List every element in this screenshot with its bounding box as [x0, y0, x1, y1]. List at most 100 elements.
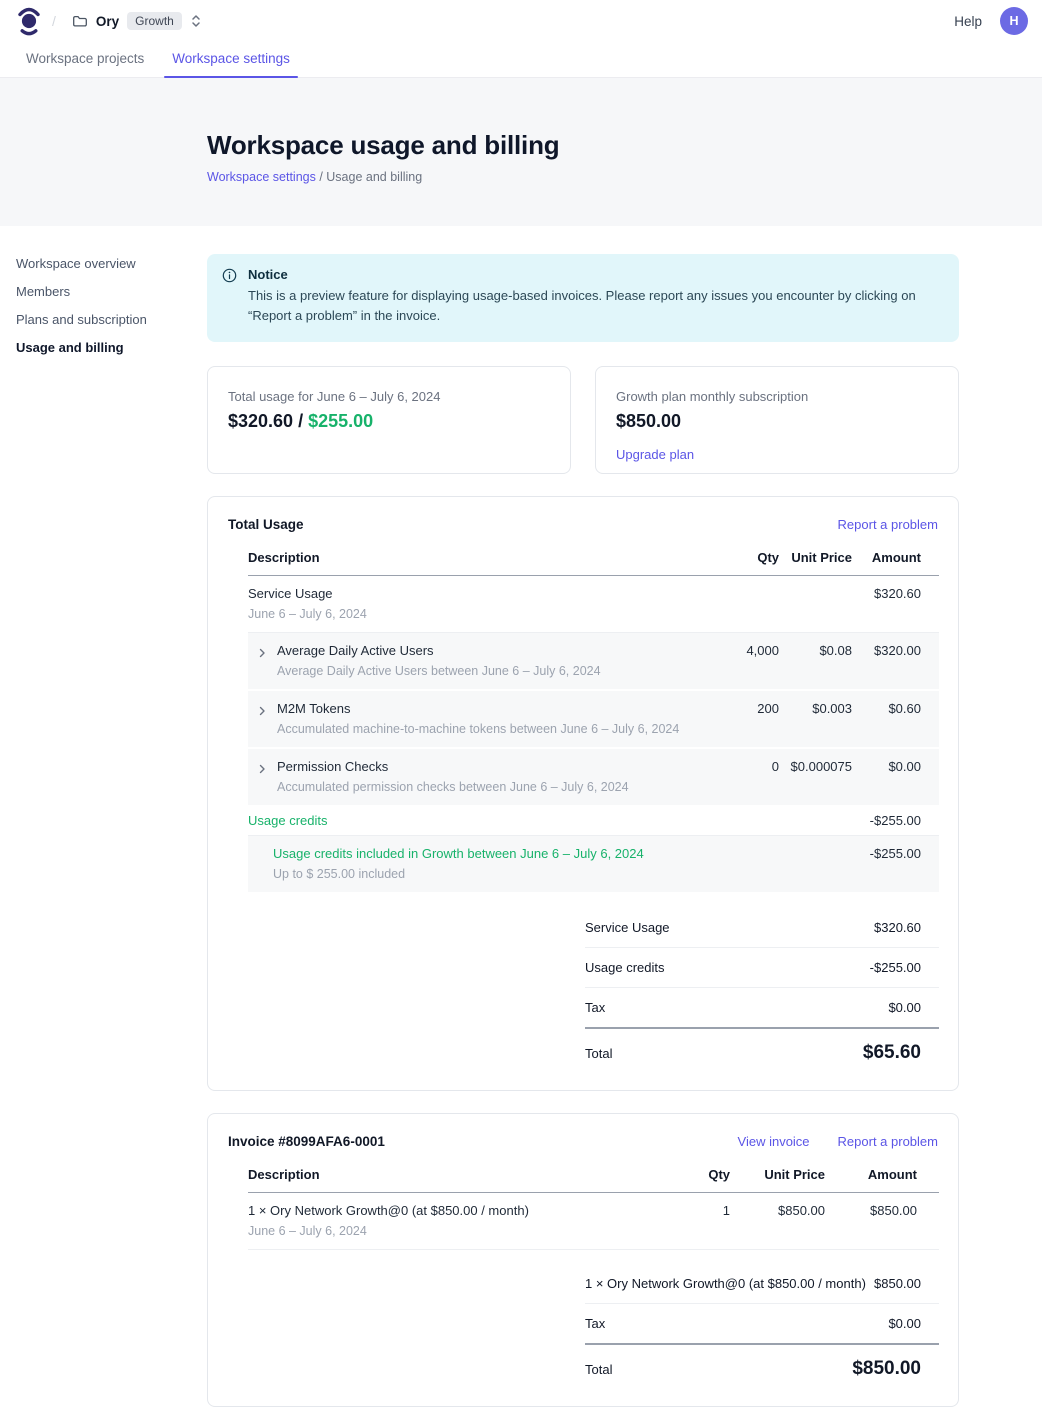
- notice-title: Notice: [248, 267, 935, 282]
- row-subtitle: Accumulated machine-to-machine tokens be…: [277, 721, 679, 737]
- summary-value: $0.00: [888, 1316, 939, 1331]
- notice-body: This is a preview feature for displaying…: [248, 286, 935, 326]
- usage-summary: Service Usage $320.60 Usage credits -$25…: [585, 908, 939, 1068]
- row-description: Permission Checks Accumulated permission…: [248, 758, 689, 795]
- total-usage-panel: Total Usage Report a problem Description…: [207, 496, 959, 1091]
- view-invoice-link[interactable]: View invoice: [738, 1134, 810, 1149]
- row-amount: -$255.00: [852, 845, 939, 862]
- row-amount: $320.00: [852, 642, 939, 659]
- total-usage-label: Total usage for June 6 – July 6, 2024: [228, 389, 550, 404]
- table-row: Usage credits included in Growth between…: [248, 836, 939, 894]
- row-amount: $320.60: [852, 585, 939, 602]
- breadcrumb-current: / Usage and billing: [316, 170, 422, 184]
- summary-value: $850.00: [874, 1276, 939, 1291]
- topbar-separator: /: [52, 13, 56, 29]
- usage-report-problem-link[interactable]: Report a problem: [838, 517, 938, 532]
- workspace-switcher[interactable]: Ory Growth: [66, 8, 208, 34]
- row-qty: 200: [689, 700, 779, 717]
- usage-table-header: Description Qty Unit Price Amount: [248, 550, 939, 576]
- table-row: 1 × Ory Network Growth@0 (at $850.00 / m…: [248, 1193, 939, 1250]
- total-label: Total: [585, 1362, 612, 1377]
- topbar-right: Help H: [954, 7, 1028, 35]
- usage-amount-separator: /: [293, 411, 308, 431]
- chevron-right-icon[interactable]: [256, 763, 268, 795]
- stat-cards: Total usage for June 6 – July 6, 2024 $3…: [207, 366, 959, 474]
- invoice-panel-links: View invoice Report a problem: [738, 1134, 938, 1149]
- total-label: Total: [585, 1046, 612, 1061]
- sidebar-item-workspace-overview[interactable]: Workspace overview: [16, 256, 191, 271]
- total-usage-card: Total usage for June 6 – July 6, 2024 $3…: [207, 366, 571, 474]
- col-description: Description: [248, 1167, 650, 1182]
- col-unit-price: Unit Price: [730, 1167, 825, 1182]
- invoice-table-header: Description Qty Unit Price Amount: [248, 1167, 939, 1193]
- invoice-panel-title: Invoice #8099AFA6-0001: [228, 1134, 385, 1149]
- row-description: Average Daily Active Users Average Daily…: [248, 642, 689, 679]
- row-amount: -$255.00: [852, 812, 939, 829]
- row-subtitle: Up to $ 255.00 included: [273, 866, 644, 882]
- summary-label: Usage credits: [585, 960, 664, 975]
- row-description: Usage credits included in Growth between…: [248, 845, 689, 882]
- usage-credit-value: $255.00: [308, 411, 373, 431]
- row-description: Service Usage June 6 – July 6, 2024: [248, 585, 689, 622]
- subscription-amount: $850.00: [616, 411, 938, 432]
- content: Notice This is a preview feature for dis…: [207, 254, 959, 1407]
- avatar[interactable]: H: [1000, 7, 1028, 35]
- row-amount: $850.00: [825, 1202, 939, 1219]
- sidebar-item-members[interactable]: Members: [16, 284, 191, 299]
- upgrade-plan-link[interactable]: Upgrade plan: [616, 447, 694, 462]
- summary-total-row: Total $850.00: [585, 1343, 939, 1384]
- subscription-card: Growth plan monthly subscription $850.00…: [595, 366, 959, 474]
- breadcrumb-link-workspace-settings[interactable]: Workspace settings: [207, 170, 316, 184]
- notice-text: Notice This is a preview feature for dis…: [248, 267, 935, 326]
- row-title: Usage credits: [248, 812, 327, 829]
- workspace-tabs: Workspace projects Workspace settings: [0, 42, 1042, 78]
- page-header: Workspace usage and billing Workspace se…: [0, 78, 1042, 226]
- row-subtitle: Accumulated permission checks between Ju…: [277, 779, 629, 795]
- invoice-table: Description Qty Unit Price Amount 1 × Or…: [248, 1167, 939, 1250]
- row-amount: $0.60: [852, 700, 939, 717]
- row-amount: $0.00: [852, 758, 939, 775]
- row-unit-price: $0.08: [779, 642, 852, 659]
- row-description: 1 × Ory Network Growth@0 (at $850.00 / m…: [248, 1202, 650, 1239]
- col-unit-price: Unit Price: [779, 550, 852, 565]
- row-title: Average Daily Active Users: [277, 642, 601, 659]
- usage-table: Description Qty Unit Price Amount Servic…: [248, 550, 939, 894]
- row-title: Permission Checks: [277, 758, 629, 775]
- summary-row: Service Usage $320.60: [585, 908, 939, 947]
- total-value: $65.60: [863, 1042, 939, 1064]
- tab-workspace-settings[interactable]: Workspace settings: [164, 42, 298, 77]
- row-subtitle: June 6 – July 6, 2024: [248, 606, 367, 622]
- table-row: M2M Tokens Accumulated machine-to-machin…: [248, 691, 939, 749]
- usage-panel-title: Total Usage: [228, 517, 304, 532]
- folder-icon: [72, 13, 88, 29]
- summary-row: Usage credits -$255.00: [585, 947, 939, 987]
- info-icon: [222, 268, 237, 326]
- summary-label: Service Usage: [585, 920, 670, 935]
- ory-logo-icon[interactable]: [16, 6, 42, 36]
- settings-sidebar: Workspace overview Members Plans and sub…: [16, 256, 191, 355]
- selector-chevrons-icon: [190, 14, 202, 28]
- sidebar-item-usage-and-billing[interactable]: Usage and billing: [16, 340, 191, 355]
- row-title: Service Usage: [248, 585, 367, 602]
- summary-label: Tax: [585, 1316, 605, 1331]
- row-qty: 0: [689, 758, 779, 775]
- tab-workspace-projects[interactable]: Workspace projects: [18, 42, 152, 77]
- help-link[interactable]: Help: [954, 14, 982, 29]
- table-row: Average Daily Active Users Average Daily…: [248, 633, 939, 691]
- sidebar-item-plans-and-subscription[interactable]: Plans and subscription: [16, 312, 191, 327]
- invoice-report-problem-link[interactable]: Report a problem: [838, 1134, 938, 1149]
- row-unit-price: $850.00: [730, 1202, 825, 1219]
- page-title: Workspace usage and billing: [207, 130, 1042, 161]
- total-usage-amount: $320.60 / $255.00: [228, 411, 550, 432]
- row-title: 1 × Ory Network Growth@0 (at $850.00 / m…: [248, 1202, 529, 1219]
- invoice-summary: 1 × Ory Network Growth@0 (at $850.00 / m…: [585, 1264, 939, 1384]
- col-description: Description: [248, 550, 689, 565]
- workspace-name: Ory: [96, 14, 119, 29]
- summary-value: -$255.00: [870, 960, 939, 975]
- invoice-panel-header: Invoice #8099AFA6-0001 View invoice Repo…: [208, 1134, 958, 1149]
- row-subtitle: June 6 – July 6, 2024: [248, 1223, 529, 1239]
- table-row: Permission Checks Accumulated permission…: [248, 749, 939, 807]
- chevron-right-icon[interactable]: [256, 647, 268, 679]
- col-amount: Amount: [825, 1167, 939, 1182]
- chevron-right-icon[interactable]: [256, 705, 268, 737]
